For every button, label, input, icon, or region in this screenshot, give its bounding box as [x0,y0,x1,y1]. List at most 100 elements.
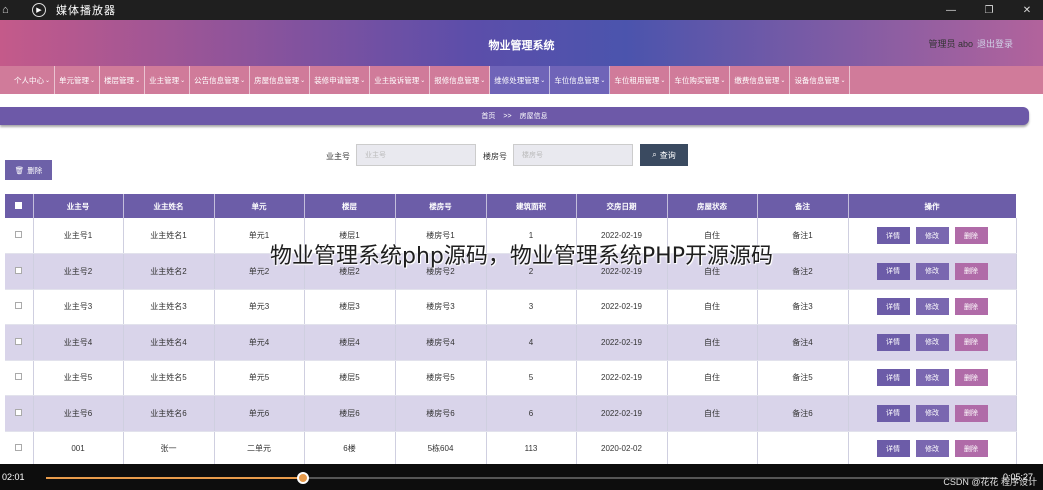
row-actions: 详情 修改 删除 [848,324,1017,361]
seek-handle[interactable] [296,472,309,484]
table-cell: 113 [486,431,577,467]
row-checkbox[interactable] [15,337,23,345]
edit-button[interactable]: 修改 [915,333,949,351]
select-all-cell[interactable] [5,194,34,218]
restore-icon[interactable]: ❐ [979,0,999,20]
nav-item[interactable]: 楼层管理 ⌄ [100,66,146,94]
row-select-cell[interactable] [5,253,34,290]
table-cell [667,431,758,467]
edit-button[interactable]: 修改 [915,440,949,458]
detail-button[interactable]: 详情 [876,369,910,387]
delete-button[interactable]: 删除 [954,227,988,244]
nav-item[interactable]: 单元管理 ⌄ [55,66,101,94]
delete-button[interactable]: 删除 [954,298,988,316]
detail-button[interactable]: 详情 [876,298,910,316]
chevron-down-icon: ⌄ [540,77,546,84]
row-select-cell[interactable] [5,360,34,396]
breadcrumb-home[interactable]: 首页 [481,111,495,121]
delete-button[interactable]: 删除 [954,404,988,422]
table-cell: 自住 [667,218,758,254]
home-icon[interactable]: ⌂ [2,4,16,16]
table-cell: 楼房号1 [395,218,487,254]
row-select-cell[interactable] [5,395,34,432]
delete-button[interactable]: 删除 [954,262,988,280]
row-checkbox[interactable] [15,231,23,238]
row-select-cell[interactable] [5,431,34,467]
table-cell: 备注6 [757,395,849,432]
edit-button[interactable]: 修改 [915,298,949,316]
nav-item[interactable]: 车位租用管理 ⌄ [610,66,671,94]
table-cell: 业主号6 [33,395,124,432]
column-header: 单元 [214,194,305,218]
nav-item[interactable]: 装修申请管理 ⌄ [310,66,371,94]
search-button[interactable]: ⌕ 查询 [640,144,688,166]
edit-button[interactable]: 修改 [915,404,949,422]
row-checkbox[interactable] [15,302,23,310]
nav-item[interactable]: 维修处理管理 ⌄ [490,66,551,94]
table-cell: 楼层5 [304,360,396,396]
detail-button[interactable]: 详情 [876,333,910,351]
table-cell: 张一 [123,431,215,467]
detail-button[interactable]: 详情 [876,440,910,458]
delete-button[interactable]: 删除 [954,333,988,351]
chevron-down-icon: ⌄ [180,77,186,84]
edit-button[interactable]: 修改 [915,227,949,244]
nav-item[interactable]: 个人中心 ⌄ [10,66,56,94]
breadcrumb-current: 房屋信息 [519,113,548,120]
table-cell: 楼房号3 [395,289,487,325]
table-cell: 楼房号4 [395,324,487,361]
house-table: 业主号 业主姓名 单元 楼层 楼房号 建筑面积 交房日期 房屋状态 备注 操作 业主号1 业主姓名1… [5,194,1017,467]
row-checkbox[interactable] [15,266,23,274]
table-row: 001 张一 二单元 6楼 5栋604 113 2020-02-02 详情 修改 删除 [5,431,1017,467]
batch-delete-button[interactable]: 🗑 删除 [5,160,52,180]
table-cell [757,431,849,467]
play-icon[interactable]: ▶ [32,3,46,17]
nav-item[interactable]: 业主管理 ⌄ [145,66,191,94]
column-header: 业主姓名 [123,194,215,218]
chevron-down-icon: ⌄ [420,77,426,84]
owner-input[interactable]: 业主号 [356,144,476,166]
nav-item[interactable]: 车位信息管理 ⌄ [550,66,611,94]
row-select-cell[interactable] [5,289,34,325]
seek-bar[interactable] [46,472,997,484]
nav-item[interactable]: 房屋信息管理 ⌄ [250,66,311,94]
delete-button[interactable]: 删除 [954,440,988,458]
column-header: 操作 [848,194,1017,218]
close-icon[interactable]: ✕ [1017,0,1037,20]
row-checkbox[interactable] [15,408,23,416]
detail-button[interactable]: 详情 [876,404,910,422]
table-cell: 2 [486,253,577,290]
breadcrumb-separator: >> [503,112,512,120]
table-cell: 业主姓名5 [123,360,215,396]
detail-button[interactable]: 详情 [876,262,910,280]
minimize-icon[interactable]: — [941,0,961,20]
row-select-cell[interactable] [5,218,34,254]
row-checkbox[interactable] [15,444,23,452]
nav-item[interactable]: 业主投诉管理 ⌄ [370,66,431,94]
select-all-checkbox[interactable] [15,201,23,209]
row-checkbox[interactable] [15,373,23,381]
table-cell: 楼房号2 [395,253,487,290]
chevron-down-icon: ⌄ [600,77,606,84]
nav-item[interactable]: 公告信息管理 ⌄ [190,66,251,94]
delete-button[interactable]: 删除 [954,369,988,387]
detail-button[interactable]: 详情 [876,227,910,244]
nav-item-label: 车位购买管理 [674,75,720,85]
table-cell: 单元2 [214,253,305,290]
nav-item[interactable]: 报修信息管理 ⌄ [430,66,491,94]
room-input[interactable]: 楼房号 [513,144,633,166]
logout-link[interactable]: 退出登录 [977,37,1013,50]
edit-button[interactable]: 修改 [915,262,949,280]
nav-item[interactable]: 设备信息管理 ⌄ [790,66,851,94]
edit-button[interactable]: 修改 [915,369,949,387]
row-select-cell[interactable] [5,324,34,361]
chevron-down-icon: ⌄ [660,77,666,84]
table-row: 业主号1 业主姓名1 单元1 楼层1 楼房号1 1 2022-02-19 自住 备注1 详情 修改删… [5,218,1017,254]
table-cell: 自住 [667,253,758,290]
nav-item[interactable]: 车位购买管理 ⌄ [670,66,731,94]
player-title: 媒体播放器 [56,5,116,17]
column-header: 建筑面积 [486,194,577,218]
nav-item[interactable]: 缴费信息管理 ⌄ [730,66,791,94]
table-cell: 备注5 [757,360,849,396]
trash-icon: 🗑 [14,165,25,175]
